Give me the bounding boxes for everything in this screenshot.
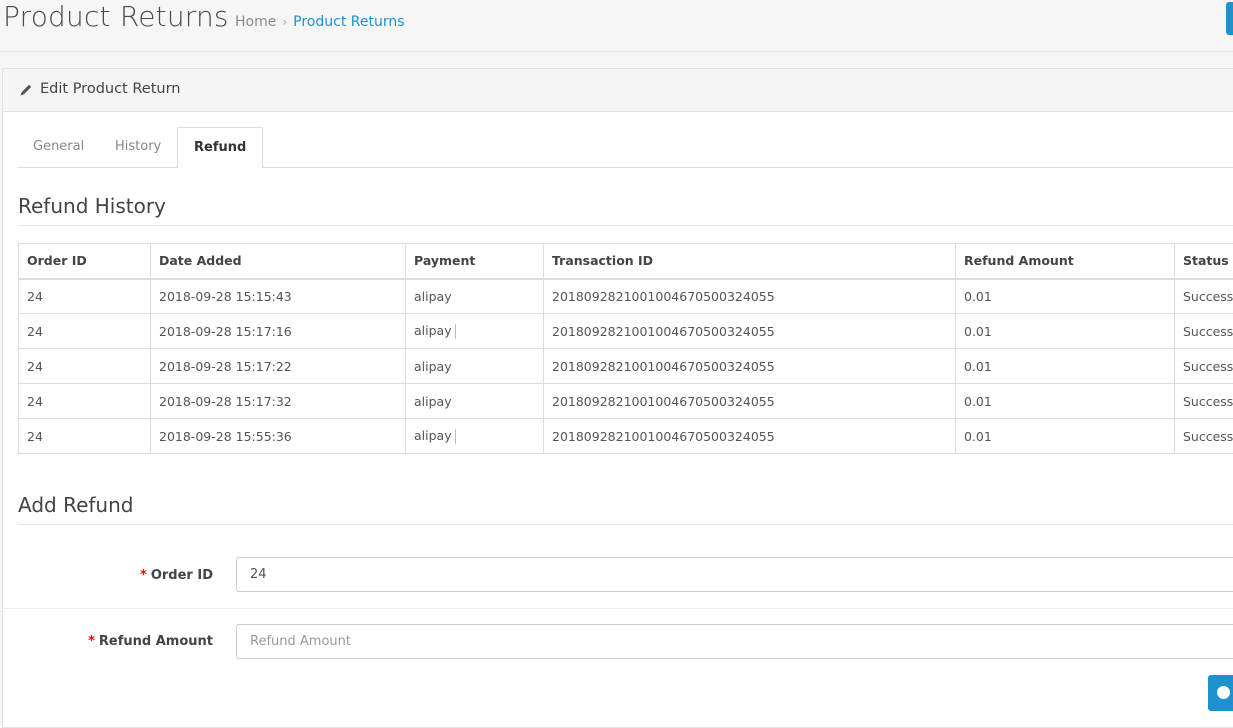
- cell-status: Success: [1175, 384, 1233, 419]
- column-header-date-added: Date Added: [151, 244, 406, 279]
- tab-refund[interactable]: Refund: [177, 127, 263, 169]
- text-cursor: [455, 324, 456, 339]
- column-header-status: Status: [1175, 244, 1233, 279]
- cell-refund-amount: 0.01: [956, 419, 1175, 454]
- table-row: 24 2018-09-28 15:55:36 alipay 2018092821…: [19, 419, 1233, 454]
- cell-payment: alipay: [406, 349, 544, 384]
- refund-amount-form-row: * Refund Amount: [0, 609, 1233, 675]
- cell-payment-text: alipay: [414, 323, 452, 338]
- cell-payment-text: alipay: [414, 428, 452, 443]
- cell-refund-amount: 0.01: [956, 314, 1175, 349]
- tab-bar: General History Refund: [17, 127, 1233, 168]
- tab-general[interactable]: General: [17, 127, 100, 168]
- cell-order-id: 24: [19, 384, 151, 419]
- cell-order-id: 24: [19, 279, 151, 314]
- order-id-label-text: Order ID: [151, 568, 213, 583]
- cell-payment: alipay: [406, 419, 544, 454]
- cell-date-added: 2018-09-28 15:17:16: [151, 314, 406, 349]
- column-header-payment: Payment: [406, 244, 544, 279]
- cell-transaction-id: 2018092821001004670500324055: [544, 384, 956, 419]
- save-button[interactable]: [1226, 2, 1233, 35]
- cell-refund-amount: 0.01: [956, 384, 1175, 419]
- cell-date-added: 2018-09-28 15:17:22: [151, 349, 406, 384]
- cell-transaction-id: 2018092821001004670500324055: [544, 279, 956, 314]
- panel-heading: Edit Product Return: [3, 69, 1233, 112]
- refund-history-table: Order ID Date Added Payment Transaction …: [18, 243, 1233, 454]
- add-refund-heading: Add Refund: [18, 493, 1233, 525]
- column-header-order-id: Order ID: [19, 244, 151, 279]
- cell-status: Success: [1175, 314, 1233, 349]
- breadcrumb-home-link[interactable]: Home: [235, 14, 276, 30]
- cell-transaction-id: 2018092821001004670500324055: [544, 419, 956, 454]
- breadcrumb-current-link[interactable]: Product Returns: [293, 14, 404, 30]
- cell-order-id: 24: [19, 349, 151, 384]
- cell-status: Success: [1175, 279, 1233, 314]
- refund-amount-input[interactable]: [236, 624, 1233, 659]
- cell-transaction-id: 2018092821001004670500324055: [544, 314, 956, 349]
- cell-order-id: 24: [19, 419, 151, 454]
- cell-payment: alipay: [406, 384, 544, 419]
- column-header-transaction-id: Transaction ID: [544, 244, 956, 279]
- table-row: 24 2018-09-28 15:17:32 alipay 2018092821…: [19, 384, 1233, 419]
- order-id-label: * Order ID: [140, 568, 213, 583]
- cell-order-id: 24: [19, 314, 151, 349]
- breadcrumb-separator: ›: [282, 15, 287, 29]
- table-row: 24 2018-09-28 15:15:43 alipay 2018092821…: [19, 279, 1233, 314]
- required-marker: *: [140, 568, 147, 583]
- refund-amount-label: * Refund Amount: [88, 634, 213, 649]
- refund-amount-label-text: Refund Amount: [99, 634, 213, 649]
- table-row: 24 2018-09-28 15:17:22 alipay 2018092821…: [19, 349, 1233, 384]
- cell-payment: alipay: [406, 279, 544, 314]
- text-cursor: [455, 429, 456, 444]
- breadcrumb: Home › Product Returns: [235, 14, 405, 30]
- page-title: Product Returns: [3, 0, 229, 33]
- cell-transaction-id: 2018092821001004670500324055: [544, 349, 956, 384]
- cell-status: Success: [1175, 419, 1233, 454]
- cell-date-added: 2018-09-28 15:55:36: [151, 419, 406, 454]
- page-header: Product Returns Home › Product Returns: [0, 0, 1233, 52]
- order-id-input[interactable]: [236, 557, 1233, 592]
- cell-date-added: 2018-09-28 15:15:43: [151, 279, 406, 314]
- table-row: 24 2018-09-28 15:17:16 alipay 2018092821…: [19, 314, 1233, 349]
- refund-history-heading: Refund History: [18, 194, 1233, 226]
- cell-date-added: 2018-09-28 15:17:32: [151, 384, 406, 419]
- tab-history[interactable]: History: [99, 127, 177, 168]
- add-refund-button[interactable]: [1208, 675, 1233, 711]
- plus-circle-icon: [1217, 686, 1230, 699]
- cell-refund-amount: 0.01: [956, 349, 1175, 384]
- required-marker: *: [88, 634, 95, 649]
- table-header-row: Order ID Date Added Payment Transaction …: [19, 244, 1233, 279]
- cell-payment: alipay: [406, 314, 544, 349]
- cell-refund-amount: 0.01: [956, 279, 1175, 314]
- order-id-form-row: * Order ID: [0, 543, 1233, 609]
- column-header-refund-amount: Refund Amount: [956, 244, 1175, 279]
- cell-status: Success: [1175, 349, 1233, 384]
- pencil-icon: [19, 83, 33, 97]
- panel-title: Edit Product Return: [40, 81, 180, 97]
